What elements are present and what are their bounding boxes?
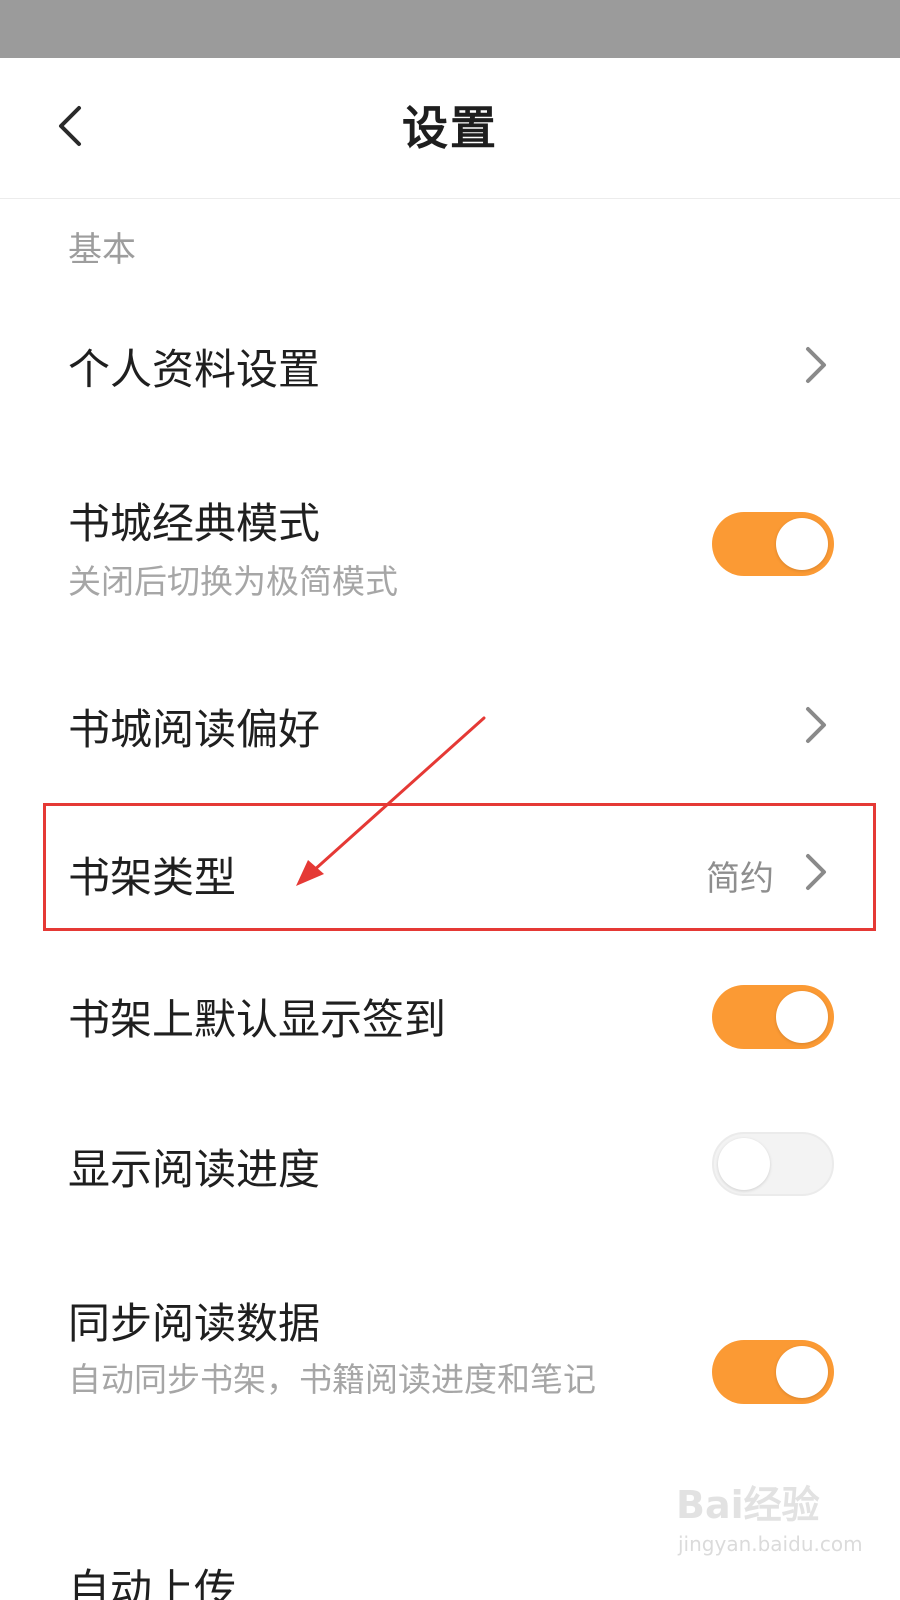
settings-row-sync-data: 同步阅读数据 自动同步书架，书籍阅读进度和笔记 — [0, 1270, 900, 1480]
status-bar — [0, 0, 900, 58]
classic-mode-toggle[interactable] — [712, 512, 834, 576]
settings-row-classic-mode: 书城经典模式 关闭后切换为极简模式 — [0, 470, 900, 630]
show-checkin-toggle[interactable] — [712, 985, 834, 1049]
back-button[interactable] — [40, 86, 100, 166]
row-title: 自动上传 — [68, 1565, 237, 1600]
row-title: 书城经典模式 — [68, 499, 321, 548]
toggle-knob — [776, 991, 828, 1043]
show-progress-toggle[interactable] — [712, 1132, 834, 1196]
watermark-url: jingyan.baidu.com — [678, 1532, 863, 1556]
section-label: 基本 — [68, 230, 136, 270]
nav-bar: 设置 — [0, 58, 900, 199]
toggle-knob — [776, 518, 828, 570]
annotation-highlight-box — [43, 803, 876, 931]
settings-row-show-progress: 显示阅读进度 — [0, 1100, 900, 1230]
toggle-knob — [718, 1138, 770, 1190]
row-title: 个人资料设置 — [68, 345, 321, 394]
row-title: 书城阅读偏好 — [68, 705, 321, 754]
page-title: 设置 — [402, 101, 498, 155]
row-title: 显示阅读进度 — [68, 1145, 321, 1194]
chevron-right-icon — [806, 707, 826, 743]
chevron-right-icon — [806, 347, 826, 383]
settings-screen: 设置 基本 个人资料设置 书城经典模式 关闭后切换为极简模式 书城阅读偏好 书架… — [0, 0, 900, 1600]
settings-row-show-checkin: 书架上默认显示签到 — [0, 950, 900, 1080]
row-title: 书架上默认显示签到 — [68, 995, 447, 1044]
settings-row-reading-preference[interactable]: 书城阅读偏好 — [0, 660, 900, 790]
toggle-knob — [776, 1346, 828, 1398]
watermark: Bai经验 jingyan.baidu.com — [676, 1474, 876, 1584]
sync-data-toggle[interactable] — [712, 1340, 834, 1404]
row-subtitle: 关闭后切换为极简模式 — [68, 562, 398, 601]
row-title: 同步阅读数据 — [68, 1299, 321, 1348]
row-subtitle: 自动同步书架，书籍阅读进度和笔记 — [68, 1360, 596, 1399]
watermark-brand: Bai经验 — [676, 1483, 820, 1527]
settings-row-profile[interactable]: 个人资料设置 — [0, 300, 900, 430]
chevron-left-icon — [59, 106, 81, 146]
